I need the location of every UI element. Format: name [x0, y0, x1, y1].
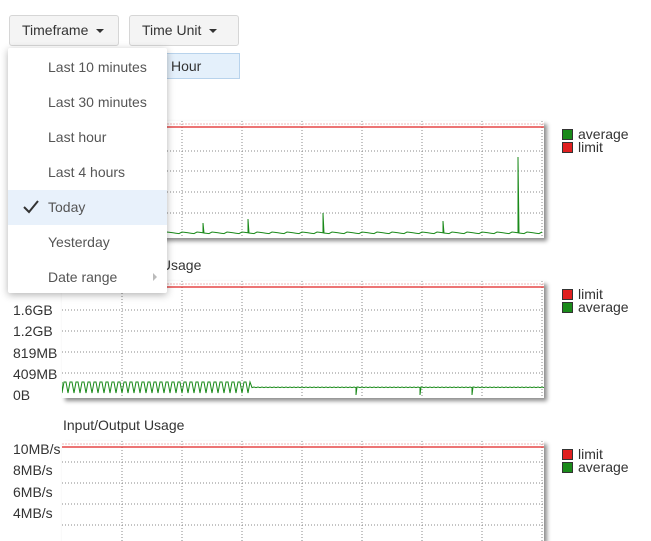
legend-limit: limit	[562, 139, 629, 155]
y-label: 8MB/s	[13, 462, 53, 478]
legend-label: average	[578, 299, 629, 315]
y-label: 6MB/s	[13, 484, 53, 500]
menu-item-label: Today	[48, 199, 86, 215]
y-label: 1.2GB	[13, 323, 53, 339]
legend-label: limit	[578, 139, 603, 155]
caret-down-icon	[96, 29, 105, 34]
menu-item-label: Last 30 minutes	[48, 94, 147, 110]
menu-item-date-range[interactable]: Date range	[8, 260, 167, 295]
chart-canvas	[62, 441, 544, 541]
legend-average: average	[562, 459, 629, 475]
menu-item-last-10-minutes[interactable]: Last 10 minutes	[8, 50, 167, 85]
io-chart-title: Input/Output Usage	[63, 417, 185, 433]
plot-background	[62, 281, 544, 398]
menu-item-today[interactable]: Today	[8, 190, 167, 225]
timeframe-label: Timeframe	[22, 22, 89, 38]
caret-down-icon	[209, 29, 218, 34]
time-unit-label: Time Unit	[142, 22, 202, 38]
io-legend: limit average	[562, 447, 629, 475]
y-label: 4MB/s	[13, 505, 53, 521]
plot-background	[62, 441, 544, 541]
menu-item-label: Date range	[48, 269, 118, 285]
menu-item-label: Last hour	[48, 129, 107, 145]
legend-average: average	[562, 299, 629, 315]
y-label: 819MB	[13, 345, 58, 361]
selected-time-unit[interactable]: Hour	[160, 53, 240, 79]
menu-item-yesterday[interactable]: Yesterday	[8, 225, 167, 260]
memory-legend: limit average	[562, 287, 629, 315]
legend-label: average	[578, 459, 629, 475]
menu-item-label: Last 4 hours	[48, 164, 126, 180]
checkmark-icon	[23, 200, 39, 214]
y-label: 0B	[13, 387, 31, 403]
chevron-right-icon	[153, 273, 157, 281]
chart-canvas	[62, 281, 544, 398]
menu-item-last-4-hours[interactable]: Last 4 hours	[8, 155, 167, 190]
average-swatch	[562, 302, 573, 313]
average-swatch	[562, 129, 573, 140]
y-label: 409MB	[13, 366, 58, 382]
limit-swatch	[562, 142, 573, 153]
menu-item-label: Yesterday	[48, 234, 110, 250]
average-swatch	[562, 462, 573, 473]
limit-swatch	[562, 289, 573, 300]
y-label: 10MB/s	[13, 441, 61, 457]
memory-usage-chart	[62, 281, 544, 398]
timeframe-menu: Last 10 minutes Last 30 minutes Last hou…	[8, 48, 167, 293]
menu-item-last-30-minutes[interactable]: Last 30 minutes	[8, 85, 167, 120]
y-label: 1.6GB	[13, 302, 53, 318]
menu-item-label: Last 10 minutes	[48, 59, 147, 75]
menu-item-last-hour[interactable]: Last hour	[8, 120, 167, 155]
time-unit-button[interactable]: Time Unit	[129, 15, 239, 46]
cpu-legend: average limit	[562, 127, 629, 155]
io-usage-chart	[62, 441, 544, 541]
limit-swatch	[562, 449, 573, 460]
timeframe-button[interactable]: Timeframe	[9, 15, 119, 46]
